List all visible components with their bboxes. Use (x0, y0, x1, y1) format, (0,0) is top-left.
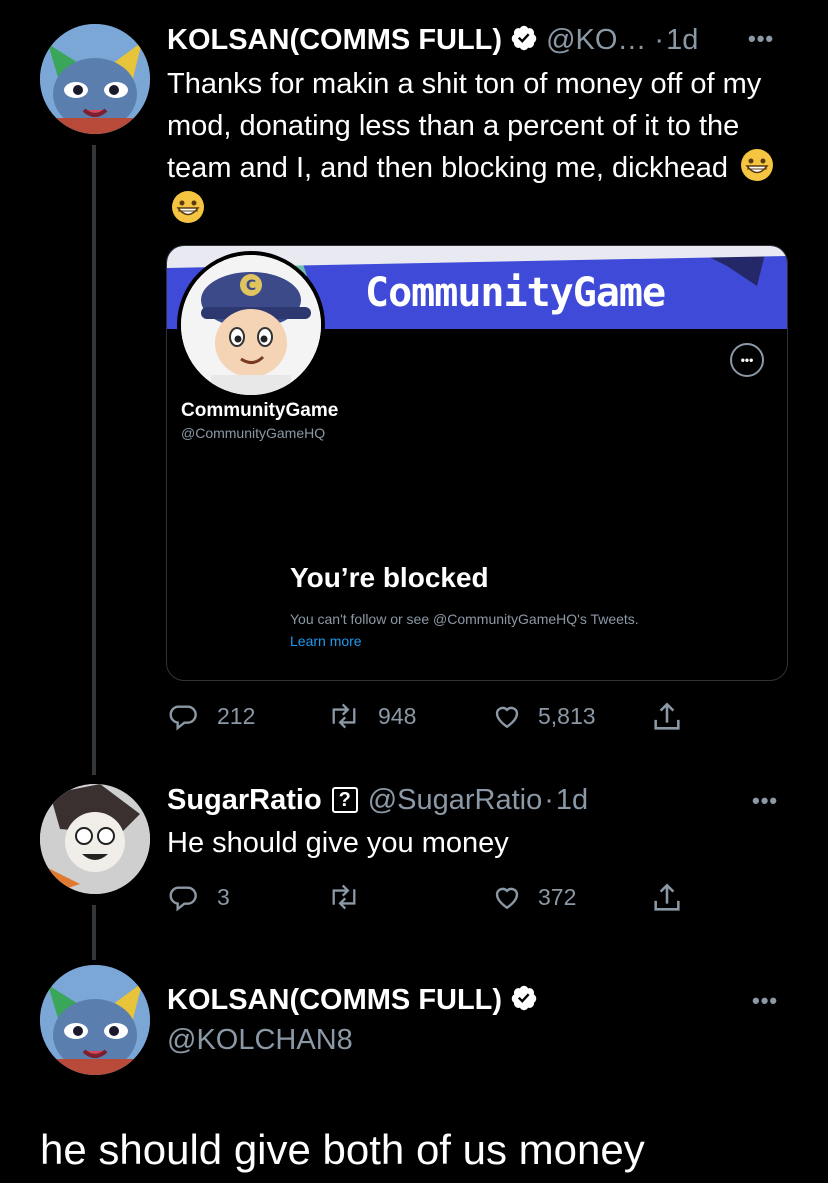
like-count: 372 (538, 883, 577, 910)
like-button[interactable]: 5,813 (490, 700, 596, 732)
reply-count: 212 (217, 702, 256, 729)
reply-count: 3 (217, 883, 230, 910)
unknown-badge-text: ? (338, 788, 351, 811)
like-button[interactable]: 372 (490, 881, 576, 913)
communitygame-avatar-art: C (181, 255, 321, 395)
reply-button[interactable]: 212 (167, 700, 255, 732)
card-more-button[interactable]: ••• (730, 343, 764, 377)
time-separator: · (544, 783, 554, 816)
author-name[interactable]: SugarRatio (167, 784, 322, 817)
communitygame-avatar[interactable]: C (177, 251, 325, 399)
grinning-face-emoji-icon (740, 148, 774, 182)
retweet-icon (332, 884, 356, 910)
reply-button[interactable]: 3 (167, 881, 230, 913)
author-name[interactable]: KOLSAN(COMMS FULL) (167, 24, 502, 57)
card-profile-name: CommunityGame (181, 400, 339, 421)
tweet-3-header: KOLSAN(COMMS FULL) (167, 980, 538, 1020)
tweet-time[interactable]: 1d (556, 784, 588, 817)
tweet-2[interactable]: SugarRatio ? @SugarRatio · 1d ••• He sho… (0, 770, 828, 960)
retweet-count: 948 (378, 702, 417, 729)
blocked-description-text: You can't follow or see @CommunityGameHQ… (290, 611, 639, 627)
thread-line-2 (92, 905, 96, 960)
tweet-1-header: KOLSAN(COMMS FULL) @KO… · 1d (167, 20, 787, 60)
share-button[interactable] (650, 881, 684, 915)
share-icon (654, 702, 680, 730)
blocked-description: You can't follow or see @CommunityGameHQ… (290, 608, 650, 652)
more-horizontal-icon: ••• (740, 353, 754, 367)
heart-icon (495, 706, 519, 729)
avatar-kolsan-art (40, 965, 150, 1075)
tweet-text: Thanks for makin a shit ton of money off… (167, 68, 762, 184)
tweet-1[interactable]: KOLSAN(COMMS FULL) @KO… · 1d ••• Thanks … (0, 0, 828, 775)
avatar-sugarratio[interactable] (40, 784, 150, 894)
retweet-button[interactable]: 948 (326, 700, 416, 732)
thread-line (92, 145, 96, 775)
like-count: 5,813 (538, 702, 596, 729)
share-button[interactable] (650, 700, 684, 734)
tweet-2-header: SugarRatio ? @SugarRatio · 1d (167, 780, 588, 820)
card-profile-handle: @CommunityGameHQ (181, 425, 326, 441)
learn-more-link[interactable]: Learn more (290, 633, 362, 649)
heart-icon (495, 887, 519, 910)
verified-badge-icon (510, 984, 538, 1017)
more-options-icon[interactable]: ••• (748, 26, 774, 52)
banner-title: CommunityGame (365, 270, 666, 316)
author-handle[interactable]: @KOLCHAN8 (167, 1024, 353, 1057)
avatar-kolsan[interactable] (40, 24, 150, 134)
retweet-button[interactable] (326, 881, 362, 913)
svg-text:C: C (246, 278, 256, 294)
attached-image[interactable]: CommunityGame C ••• CommunityGame @Commu… (166, 245, 788, 681)
tweet-1-text-block: Thanks for makin a shit ton of money off… (167, 63, 792, 231)
tweet-time[interactable]: 1d (666, 24, 698, 57)
more-options-icon[interactable]: ••• (752, 988, 778, 1014)
time-separator: · (654, 23, 665, 56)
reply-icon (169, 886, 197, 912)
blocked-title: You’re blocked (290, 562, 489, 593)
avatar-kolsan[interactable] (40, 965, 150, 1075)
author-handle[interactable]: @SugarRatio (368, 784, 543, 817)
more-options-icon[interactable]: ••• (752, 788, 778, 814)
avatar-sugarratio-art (40, 784, 150, 894)
avatar-kolsan-art (40, 24, 150, 134)
unknown-badge-icon: ? (331, 787, 358, 813)
retweet-icon (332, 703, 356, 729)
tweet-text: He should give you money (167, 827, 509, 859)
tweet-text: he should give both of us money (40, 1126, 645, 1173)
verified-badge-icon (510, 24, 538, 57)
reply-icon (169, 705, 197, 731)
tweet-3: KOLSAN(COMMS FULL) @KOLCHAN8 ••• he shou… (0, 960, 828, 1183)
share-icon (654, 883, 680, 911)
author-name[interactable]: KOLSAN(COMMS FULL) (167, 984, 502, 1017)
author-handle[interactable]: @KO… (546, 24, 646, 57)
grinning-face-emoji-icon (171, 190, 205, 224)
